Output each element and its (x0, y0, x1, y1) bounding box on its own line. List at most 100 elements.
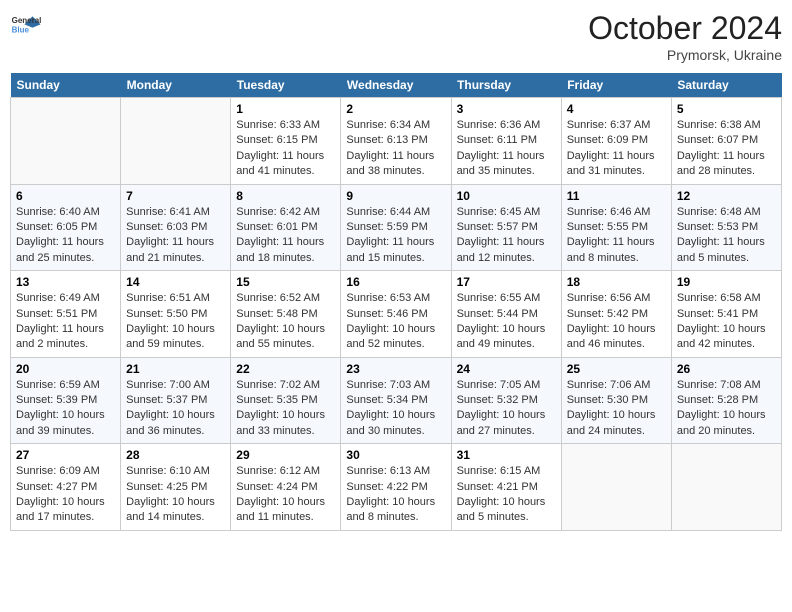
day-number: 28 (126, 448, 225, 462)
day-info: Sunrise: 7:00 AM Sunset: 5:37 PM Dayligh… (126, 378, 225, 440)
day-number: 19 (677, 275, 776, 289)
calendar-day-cell: 22 Sunrise: 7:02 AM Sunset: 5:35 PM Dayli… (231, 357, 341, 444)
day-of-week-header: Thursday (451, 73, 561, 98)
day-number: 21 (126, 362, 225, 376)
day-number: 27 (16, 448, 115, 462)
day-info: Sunrise: 6:49 AM Sunset: 5:51 PM Dayligh… (16, 291, 115, 353)
calendar-day-cell: 15 Sunrise: 6:52 AM Sunset: 5:48 PM Dayli… (231, 271, 341, 358)
calendar-day-cell: 10Sunrise: 6:45 AM Sunset: 5:57 PM Dayli… (451, 184, 561, 271)
day-of-week-header: Tuesday (231, 73, 341, 98)
calendar-day-cell: 8 Sunrise: 6:42 AM Sunset: 6:01 PM Daylig… (231, 184, 341, 271)
day-number: 7 (126, 189, 225, 203)
day-info: Sunrise: 6:48 AM Sunset: 5:53 PM Dayligh… (677, 205, 776, 267)
calendar-day-cell (11, 98, 121, 185)
day-info: Sunrise: 6:15 AM Sunset: 4:21 PM Dayligh… (457, 464, 556, 526)
day-number: 23 (346, 362, 445, 376)
day-info: Sunrise: 6:40 AM Sunset: 6:05 PM Dayligh… (16, 205, 115, 267)
calendar-day-cell: 14Sunrise: 6:51 AM Sunset: 5:50 PM Dayli… (121, 271, 231, 358)
day-info: Sunrise: 6:33 AM Sunset: 6:15 PM Dayligh… (236, 118, 335, 180)
calendar-week-row: 6 Sunrise: 6:40 AM Sunset: 6:05 PM Daylig… (11, 184, 782, 271)
calendar-day-cell: 16 Sunrise: 6:53 AM Sunset: 5:46 PM Dayli… (341, 271, 451, 358)
calendar-day-cell: 25 Sunrise: 7:06 AM Sunset: 5:30 PM Dayli… (561, 357, 671, 444)
svg-text:Blue: Blue (12, 25, 30, 34)
day-info: Sunrise: 6:37 AM Sunset: 6:09 PM Dayligh… (567, 118, 666, 180)
day-of-week-header: Saturday (671, 73, 781, 98)
calendar-day-cell: 12 Sunrise: 6:48 AM Sunset: 5:53 PM Dayli… (671, 184, 781, 271)
calendar-day-cell: 21 Sunrise: 7:00 AM Sunset: 5:37 PM Dayli… (121, 357, 231, 444)
month-title: October 2024 (588, 10, 782, 47)
day-number: 15 (236, 275, 335, 289)
calendar-day-cell: 13 Sunrise: 6:49 AM Sunset: 5:51 PM Dayli… (11, 271, 121, 358)
day-number: 13 (16, 275, 115, 289)
day-info: Sunrise: 6:13 AM Sunset: 4:22 PM Dayligh… (346, 464, 445, 526)
calendar-day-cell: 28 Sunrise: 6:10 AM Sunset: 4:25 PM Dayli… (121, 444, 231, 531)
day-number: 9 (346, 189, 445, 203)
calendar-day-cell: 19 Sunrise: 6:58 AM Sunset: 5:41 PM Dayli… (671, 271, 781, 358)
calendar-day-cell: 2 Sunrise: 6:34 AM Sunset: 6:13 PM Daylig… (341, 98, 451, 185)
day-number: 12 (677, 189, 776, 203)
calendar-header-row: SundayMondayTuesdayWednesdayThursdayFrid… (11, 73, 782, 98)
calendar-day-cell: 17Sunrise: 6:55 AM Sunset: 5:44 PM Dayli… (451, 271, 561, 358)
day-number: 26 (677, 362, 776, 376)
day-number: 6 (16, 189, 115, 203)
day-number: 24 (457, 362, 556, 376)
page-header: General Blue October 2024 Prymorsk, Ukra… (10, 10, 782, 63)
calendar-day-cell: 5 Sunrise: 6:38 AM Sunset: 6:07 PM Daylig… (671, 98, 781, 185)
calendar-table: SundayMondayTuesdayWednesdayThursdayFrid… (10, 73, 782, 531)
calendar-day-cell: 7Sunrise: 6:41 AM Sunset: 6:03 PM Daylig… (121, 184, 231, 271)
day-number: 25 (567, 362, 666, 376)
day-info: Sunrise: 6:53 AM Sunset: 5:46 PM Dayligh… (346, 291, 445, 353)
calendar-day-cell: 29 Sunrise: 6:12 AM Sunset: 4:24 PM Dayli… (231, 444, 341, 531)
calendar-week-row: 1 Sunrise: 6:33 AM Sunset: 6:15 PM Daylig… (11, 98, 782, 185)
day-info: Sunrise: 6:12 AM Sunset: 4:24 PM Dayligh… (236, 464, 335, 526)
day-info: Sunrise: 6:59 AM Sunset: 5:39 PM Dayligh… (16, 378, 115, 440)
day-number: 30 (346, 448, 445, 462)
calendar-day-cell: 26 Sunrise: 7:08 AM Sunset: 5:28 PM Dayli… (671, 357, 781, 444)
day-number: 10 (457, 189, 556, 203)
day-number: 20 (16, 362, 115, 376)
calendar-day-cell (121, 98, 231, 185)
svg-text:General: General (12, 16, 42, 25)
day-info: Sunrise: 6:58 AM Sunset: 5:41 PM Dayligh… (677, 291, 776, 353)
day-info: Sunrise: 6:42 AM Sunset: 6:01 PM Dayligh… (236, 205, 335, 267)
calendar-day-cell: 1 Sunrise: 6:33 AM Sunset: 6:15 PM Daylig… (231, 98, 341, 185)
day-number: 11 (567, 189, 666, 203)
day-number: 2 (346, 102, 445, 116)
day-info: Sunrise: 7:03 AM Sunset: 5:34 PM Dayligh… (346, 378, 445, 440)
day-number: 5 (677, 102, 776, 116)
day-info: Sunrise: 6:34 AM Sunset: 6:13 PM Dayligh… (346, 118, 445, 180)
day-number: 22 (236, 362, 335, 376)
day-of-week-header: Friday (561, 73, 671, 98)
day-number: 8 (236, 189, 335, 203)
location-subtitle: Prymorsk, Ukraine (588, 47, 782, 63)
day-info: Sunrise: 6:44 AM Sunset: 5:59 PM Dayligh… (346, 205, 445, 267)
day-info: Sunrise: 6:10 AM Sunset: 4:25 PM Dayligh… (126, 464, 225, 526)
day-of-week-header: Sunday (11, 73, 121, 98)
day-number: 16 (346, 275, 445, 289)
calendar-day-cell: 18Sunrise: 6:56 AM Sunset: 5:42 PM Dayli… (561, 271, 671, 358)
calendar-day-cell (671, 444, 781, 531)
calendar-day-cell: 6 Sunrise: 6:40 AM Sunset: 6:05 PM Daylig… (11, 184, 121, 271)
day-number: 4 (567, 102, 666, 116)
day-info: Sunrise: 6:36 AM Sunset: 6:11 PM Dayligh… (457, 118, 556, 180)
day-info: Sunrise: 7:02 AM Sunset: 5:35 PM Dayligh… (236, 378, 335, 440)
day-number: 31 (457, 448, 556, 462)
calendar-day-cell: 23 Sunrise: 7:03 AM Sunset: 5:34 PM Dayli… (341, 357, 451, 444)
calendar-day-cell: 27 Sunrise: 6:09 AM Sunset: 4:27 PM Dayli… (11, 444, 121, 531)
calendar-day-cell: 11Sunrise: 6:46 AM Sunset: 5:55 PM Dayli… (561, 184, 671, 271)
calendar-day-cell: 9 Sunrise: 6:44 AM Sunset: 5:59 PM Daylig… (341, 184, 451, 271)
day-info: Sunrise: 6:51 AM Sunset: 5:50 PM Dayligh… (126, 291, 225, 353)
calendar-week-row: 13 Sunrise: 6:49 AM Sunset: 5:51 PM Dayli… (11, 271, 782, 358)
day-info: Sunrise: 7:06 AM Sunset: 5:30 PM Dayligh… (567, 378, 666, 440)
day-number: 17 (457, 275, 556, 289)
logo: General Blue (10, 10, 42, 42)
day-info: Sunrise: 6:09 AM Sunset: 4:27 PM Dayligh… (16, 464, 115, 526)
day-number: 1 (236, 102, 335, 116)
calendar-day-cell: 3Sunrise: 6:36 AM Sunset: 6:11 PM Daylig… (451, 98, 561, 185)
day-info: Sunrise: 6:38 AM Sunset: 6:07 PM Dayligh… (677, 118, 776, 180)
day-info: Sunrise: 7:08 AM Sunset: 5:28 PM Dayligh… (677, 378, 776, 440)
day-info: Sunrise: 6:52 AM Sunset: 5:48 PM Dayligh… (236, 291, 335, 353)
day-of-week-header: Monday (121, 73, 231, 98)
day-number: 29 (236, 448, 335, 462)
calendar-week-row: 20 Sunrise: 6:59 AM Sunset: 5:39 PM Dayli… (11, 357, 782, 444)
